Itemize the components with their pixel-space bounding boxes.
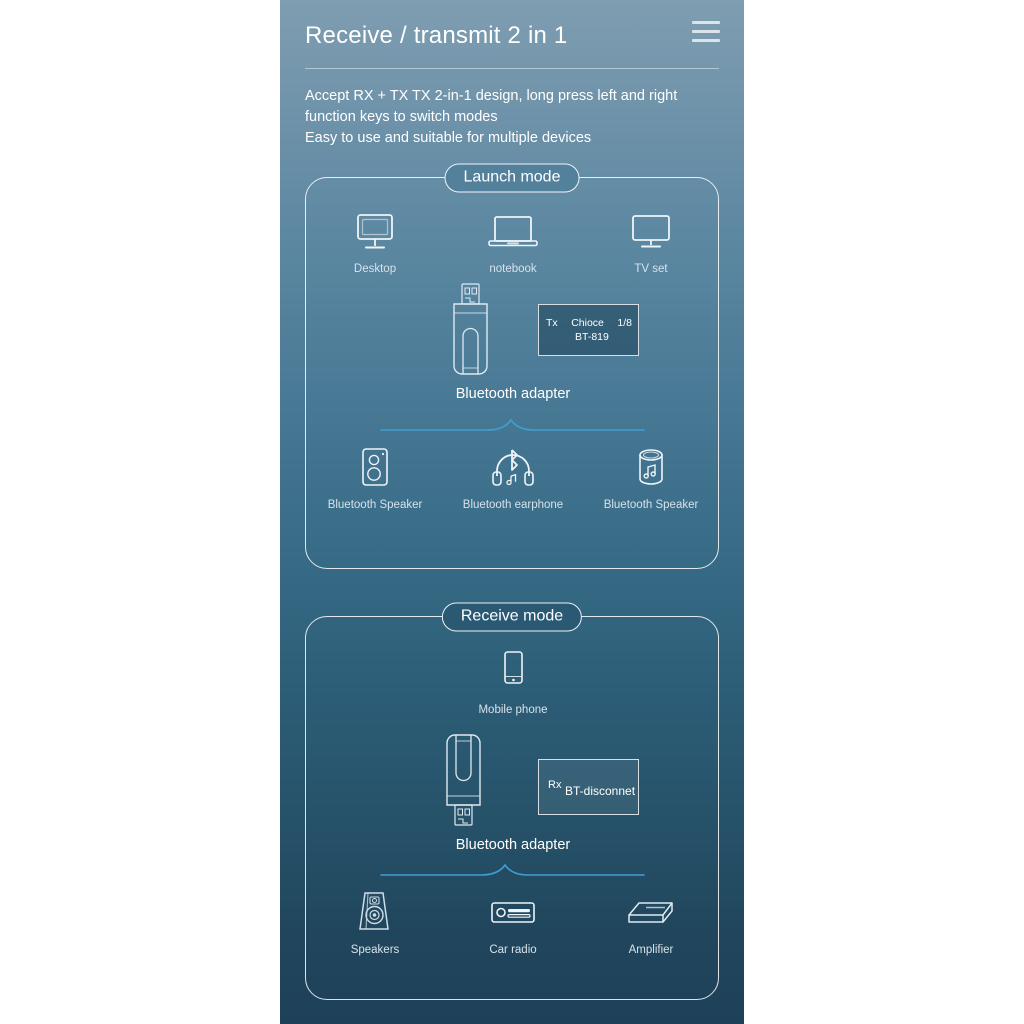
intro-line-3: Easy to use and suitable for multiple de… — [305, 130, 592, 146]
device-car-radio: Car radio — [453, 889, 573, 956]
usb-bluetooth-adapter-up-icon — [441, 282, 499, 382]
intro-paragraph: Accept RX + TX TX 2-in-1 design, long pr… — [305, 86, 705, 149]
launch-source-device-row: Desktop notebook TV set — [306, 208, 720, 275]
launch-mode-card: Launch mode Desktop notebook TV set Tx C… — [305, 163, 720, 569]
hamburger-bar — [692, 30, 720, 33]
screenshot-canvas: Receive / transmit 2 in 1 Accept RX + TX… — [0, 0, 1024, 1024]
hamburger-menu-icon[interactable] — [692, 21, 720, 45]
launch-adapter-label: Bluetooth adapter — [455, 386, 571, 402]
launch-adapter-block: Tx Chioce 1/8 BT-819 Bluetooth adapter — [306, 282, 720, 402]
device-label: Bluetooth earphone — [462, 499, 564, 511]
tx-channel-count: 1/8 — [617, 317, 632, 329]
bluetooth-cylinder-speaker-icon — [633, 444, 669, 490]
intro-line-1: Accept RX + TX TX 2-in-1 design, long pr… — [305, 88, 678, 104]
car-radio-icon — [489, 889, 537, 935]
tx-status-screen: Tx Chioce 1/8 BT-819 — [538, 304, 639, 356]
device-label: Bluetooth Speaker — [603, 499, 699, 511]
receive-adapter-label: Bluetooth adapter — [455, 837, 571, 853]
hamburger-bar — [692, 21, 720, 24]
intro-line-2: function keys to switch modes — [305, 109, 498, 125]
tx-screen-line-1: Tx Chioce 1/8 — [546, 317, 632, 329]
receive-signal-connector — [306, 861, 720, 881]
device-tv-set: TV set — [591, 208, 711, 275]
device-label: Bluetooth Speaker — [327, 499, 423, 511]
device-bluetooth-speaker-box: Bluetooth Speaker — [315, 444, 435, 511]
rx-status-text: BT-disconnet — [565, 784, 636, 798]
receive-mode-card: Receive mode Mobile phone Rx BT-disconne… — [305, 602, 720, 1000]
device-label: Speakers — [350, 944, 400, 956]
desktop-monitor-icon — [353, 208, 397, 254]
tv-icon — [629, 208, 673, 254]
device-speakers: Speakers — [315, 889, 435, 956]
launch-signal-connector — [306, 416, 720, 436]
device-notebook: notebook — [453, 208, 573, 275]
receive-target-device-row: Speakers Car radio Amplifier — [306, 889, 720, 956]
device-desktop: Desktop — [315, 208, 435, 275]
launch-target-device-row: Bluetooth Speaker Bluetooth earphone Blu… — [306, 444, 720, 511]
receive-mode-badge: Receive mode — [441, 602, 583, 632]
tx-device-name: BT-819 — [575, 331, 609, 343]
device-label: TV set — [634, 263, 668, 275]
product-info-panel: Receive / transmit 2 in 1 Accept RX + TX… — [280, 0, 744, 1024]
device-label: Mobile phone — [478, 704, 548, 716]
header-divider — [305, 68, 719, 69]
device-label: notebook — [489, 263, 537, 275]
bluetooth-speaker-box-icon — [358, 444, 392, 490]
device-amplifier: Amplifier — [591, 889, 711, 956]
device-label: Desktop — [353, 263, 397, 275]
device-label: Car radio — [489, 944, 537, 956]
tx-mode-tag: Tx — [546, 317, 558, 329]
receive-source-device-row: Mobile phone — [306, 649, 720, 716]
amplifier-icon — [625, 889, 677, 935]
page-title: Receive / transmit 2 in 1 — [305, 22, 568, 49]
device-bluetooth-earphone: Bluetooth earphone — [453, 444, 573, 511]
hamburger-bar — [692, 39, 720, 42]
launch-mode-badge: Launch mode — [444, 163, 580, 193]
receive-adapter-block: Rx BT-disconnet Bluetooth adapter — [306, 727, 720, 853]
bluetooth-headphone-icon — [489, 444, 537, 490]
device-mobile-phone: Mobile phone — [306, 649, 720, 716]
studio-speaker-icon — [355, 889, 395, 935]
usb-bluetooth-adapter-down-icon — [434, 727, 492, 827]
device-bluetooth-cylinder-speaker: Bluetooth Speaker — [591, 444, 711, 511]
mobile-phone-icon — [499, 649, 527, 695]
rx-mode-tag: Rx — [548, 779, 562, 791]
tx-choice-text: Chioce — [571, 317, 604, 329]
device-label: Amplifier — [628, 944, 674, 956]
page-header: Receive / transmit 2 in 1 — [280, 0, 744, 72]
laptop-icon — [487, 208, 539, 254]
rx-status-screen: Rx BT-disconnet — [538, 759, 639, 815]
